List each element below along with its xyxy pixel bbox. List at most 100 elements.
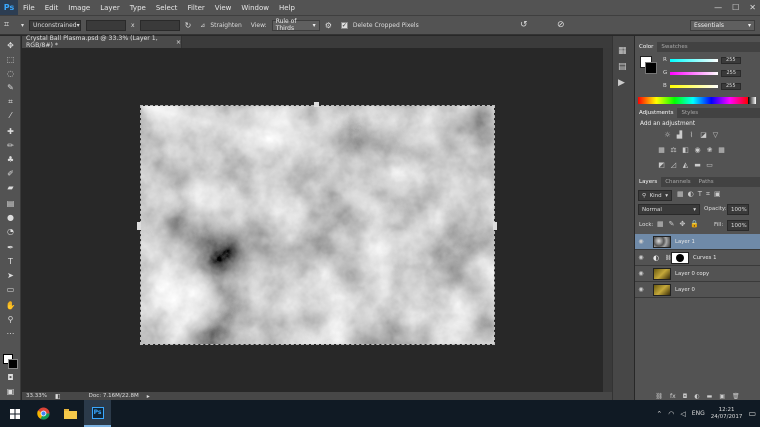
eye-icon[interactable]: ◉ (635, 286, 647, 293)
gear-icon[interactable]: ⚙ (325, 21, 332, 30)
transform-handle[interactable] (137, 222, 141, 230)
notifications-icon[interactable]: ▭ (748, 409, 756, 418)
document-tab[interactable]: Crystal Ball Plasma.psd @ 33.3% (Layer 1… (22, 35, 182, 49)
tab-layers[interactable]: Layers (635, 177, 662, 187)
new-adjustment-icon[interactable]: ◐ (694, 393, 699, 400)
layer-name[interactable]: Layer 0 (675, 287, 695, 293)
delete-cropped-checkbox[interactable]: ✓ (340, 21, 348, 29)
history-brush-tool-icon[interactable]: ✐ (4, 168, 17, 179)
link-layers-icon[interactable]: ⛓ (655, 393, 663, 400)
clone-stamp-tool-icon[interactable]: ♣ (4, 154, 17, 165)
history-panel-icon[interactable]: ▦ (618, 46, 627, 56)
layer-filter-select[interactable]: ⚲ Kind ▾ (638, 190, 672, 201)
move-tool-icon[interactable]: ✥ (4, 40, 17, 51)
properties-panel-icon[interactable]: ▤ (618, 62, 627, 72)
menu-window[interactable]: Window (236, 4, 274, 12)
color-background-swatch[interactable] (645, 62, 657, 74)
volume-icon[interactable]: ◁ (680, 410, 685, 418)
menu-help[interactable]: Help (274, 4, 300, 12)
vibrance-icon[interactable]: ▽ (711, 131, 720, 139)
doc-info[interactable]: Doc: 7.16M/22.8M (89, 393, 139, 399)
crop-tool-icon[interactable]: ⌗ (4, 96, 17, 107)
tab-channels[interactable]: Channels (661, 179, 694, 185)
tool-preset-chevron-icon[interactable]: ▾ (21, 22, 24, 29)
transform-handle[interactable] (314, 102, 319, 107)
curves-icon[interactable]: ⌇ (687, 131, 696, 139)
crop-tool-icon[interactable]: ⌗ (4, 20, 16, 30)
background-color-swatch[interactable] (8, 359, 18, 369)
view-overlay-select[interactable]: Rule of Thirds ▾ (271, 18, 320, 32)
hue-saturation-icon[interactable]: ▦ (657, 146, 666, 154)
marquee-tool-icon[interactable]: ⬚ (4, 54, 17, 65)
add-mask-icon[interactable]: ◘ (683, 393, 688, 400)
start-button[interactable] (0, 400, 30, 427)
hand-tool-icon[interactable]: ✋ (4, 300, 17, 311)
blue-slider[interactable] (669, 84, 718, 88)
menu-image[interactable]: Image (63, 4, 95, 12)
tab-swatches[interactable]: Swatches (657, 44, 691, 50)
explorer-taskbar-button[interactable] (57, 400, 84, 427)
color-spectrum[interactable] (638, 97, 748, 104)
layer-filter-icons[interactable]: ▦◐T⌗▣ (677, 190, 725, 199)
close-button[interactable]: ✕ (749, 3, 756, 12)
color-spectrum-bw[interactable] (748, 97, 756, 104)
blue-value[interactable]: 255 (720, 82, 741, 90)
new-group-icon[interactable]: ▬ (707, 393, 713, 400)
new-layer-icon[interactable]: ▣ (719, 393, 725, 400)
menu-select[interactable]: Select (151, 4, 183, 12)
photo-filter-icon[interactable]: ◉ (693, 146, 702, 154)
opacity-input[interactable]: 100% (727, 204, 749, 215)
menu-edit[interactable]: Edit (40, 4, 64, 12)
network-icon[interactable]: ◠ (668, 410, 674, 418)
threshold-icon[interactable]: ◭ (681, 161, 690, 169)
swap-symbol[interactable]: x (131, 22, 135, 29)
posterize-icon[interactable]: ◿ (669, 161, 678, 169)
path-selection-tool-icon[interactable]: ➤ (4, 270, 17, 281)
clock[interactable]: 12:21 24/07/2017 (711, 407, 743, 421)
green-value[interactable]: 255 (721, 69, 742, 77)
layer-name[interactable]: Layer 0 copy (675, 271, 709, 277)
height-input[interactable] (139, 19, 180, 31)
invert-icon[interactable]: ◩ (657, 161, 666, 169)
trash-icon[interactable]: 🗑 (732, 393, 740, 400)
tray-chevron-icon[interactable]: ⌃ (656, 410, 662, 418)
zoom-tool-icon[interactable]: ⚲ (4, 314, 17, 325)
reset-icon[interactable]: ↺ (520, 20, 528, 30)
tab-color[interactable]: Color (635, 42, 658, 52)
color-lookup-icon[interactable]: ▦ (717, 146, 726, 154)
selective-color-icon[interactable]: ▬ (693, 161, 702, 169)
layer-row[interactable]: ◉ Layer 0 (635, 282, 760, 298)
tab-adjustments[interactable]: Adjustments (635, 108, 678, 118)
shape-tool-icon[interactable]: ▭ (4, 284, 17, 295)
lasso-tool-icon[interactable]: ◌ (4, 68, 17, 79)
maximize-button[interactable]: ☐ (732, 3, 739, 12)
brightness-contrast-icon[interactable]: ☼ (663, 131, 672, 139)
menu-filter[interactable]: Filter (182, 4, 209, 12)
quick-mask-icon[interactable]: ◘ (4, 372, 17, 383)
straighten-label[interactable]: Straighten (210, 22, 241, 29)
menu-layer[interactable]: Layer (95, 4, 125, 12)
brush-tool-icon[interactable]: ✏ (4, 140, 17, 151)
blur-tool-icon[interactable]: ● (4, 212, 17, 223)
layer-name[interactable]: Layer 1 (675, 239, 695, 245)
photoshop-taskbar-button[interactable]: Ps (84, 400, 111, 427)
channel-mixer-icon[interactable]: ❀ (705, 146, 714, 154)
quick-select-tool-icon[interactable]: ✎ (4, 82, 17, 93)
transform-handle[interactable] (493, 222, 497, 230)
eye-icon[interactable]: ◉ (635, 238, 647, 245)
eye-icon[interactable]: ◉ (635, 270, 647, 277)
straighten-icon[interactable]: ⊿ (200, 22, 205, 29)
eye-icon[interactable]: ◉ (635, 254, 647, 261)
width-input[interactable] (86, 19, 127, 31)
fx-icon[interactable]: fx (670, 393, 676, 400)
healing-brush-tool-icon[interactable]: ✚ (4, 126, 17, 137)
fill-input[interactable]: 100% (727, 220, 749, 231)
pen-tool-icon[interactable]: ✒ (4, 242, 17, 253)
green-slider[interactable] (670, 71, 719, 75)
language-indicator[interactable]: ENG (692, 410, 705, 417)
type-tool-icon[interactable]: T (4, 256, 17, 267)
actions-panel-icon[interactable]: ▶ (618, 78, 625, 88)
doc-info-icon[interactable]: ◧ (55, 393, 61, 400)
cancel-crop-icon[interactable]: ⊘ (557, 20, 565, 30)
red-slider[interactable] (669, 58, 718, 62)
